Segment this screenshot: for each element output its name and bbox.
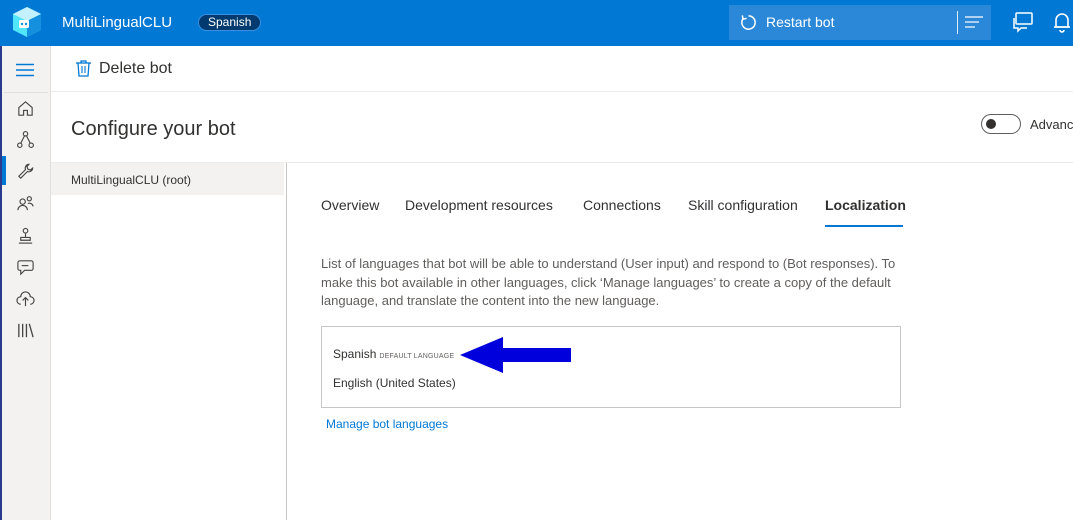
configure-icon[interactable] — [16, 162, 35, 181]
pane-splitter[interactable] — [286, 163, 287, 520]
toggle-knob — [986, 119, 996, 129]
menu-lines-icon[interactable] — [965, 15, 983, 29]
tab-connections[interactable]: Connections — [583, 197, 661, 227]
default-language-tag: DEFAULT LANGUAGE — [379, 353, 455, 360]
selected-tab-indicator — [825, 225, 903, 227]
users-icon[interactable] — [16, 194, 35, 213]
bot-logo-icon[interactable] — [12, 6, 42, 38]
localization-description: List of languages that bot will be able … — [321, 256, 896, 308]
bot-item-root[interactable]: MultiLingualCLU (root) — [51, 163, 284, 195]
top-header: MultiLingualCLU Spanish Restart bot — [0, 0, 1073, 46]
tab-skill-configuration[interactable]: Skill configuration — [688, 197, 798, 227]
annotation-arrow-icon — [460, 337, 571, 373]
advanced-toggle-label: Advance — [1030, 117, 1073, 132]
language-list: Spanish DEFAULT LANGUAGE English (United … — [321, 326, 901, 408]
tab-development-resources[interactable]: Development resources — [405, 197, 553, 227]
chat-icon[interactable] — [1012, 11, 1034, 33]
bot-item-label: MultiLingualCLU (root) — [71, 173, 192, 187]
restart-bot-button[interactable]: Restart bot — [729, 5, 991, 40]
manage-bot-languages-link[interactable]: Manage bot languages — [326, 417, 448, 431]
page-title: Configure your bot — [71, 118, 236, 140]
advanced-toggle[interactable] — [981, 114, 1021, 134]
chat-bubble-icon[interactable] — [16, 258, 35, 277]
tab-localization[interactable]: Localization — [825, 197, 906, 227]
delete-bot-label: Delete bot — [99, 60, 172, 77]
restart-separator — [957, 11, 958, 34]
hamburger-icon[interactable] — [16, 63, 34, 77]
home-icon[interactable] — [16, 99, 35, 118]
language-item[interactable]: Spanish DEFAULT LANGUAGE — [333, 347, 454, 361]
language-badge: Spanish — [198, 14, 262, 31]
library-icon[interactable] — [16, 321, 35, 340]
rail-divider — [4, 92, 48, 93]
restart-label: Restart bot — [766, 14, 835, 30]
bell-icon[interactable] — [1052, 10, 1072, 34]
rail-edge — [0, 46, 2, 520]
left-nav-rail — [0, 46, 51, 520]
publish-icon[interactable] — [16, 290, 35, 309]
tab-overview[interactable]: Overview — [321, 197, 379, 227]
command-bar: Delete bot — [51, 46, 1073, 92]
app-title: MultiLingualCLU — [62, 14, 173, 31]
language-item[interactable]: English (United States) — [333, 376, 456, 390]
test-icon[interactable] — [16, 226, 35, 245]
language-name: Spanish — [333, 347, 377, 361]
language-name: English (United States) — [333, 376, 456, 390]
active-nav-indicator — [2, 156, 6, 185]
design-icon[interactable] — [16, 130, 35, 149]
restart-icon — [741, 15, 756, 30]
trash-icon — [76, 60, 91, 77]
